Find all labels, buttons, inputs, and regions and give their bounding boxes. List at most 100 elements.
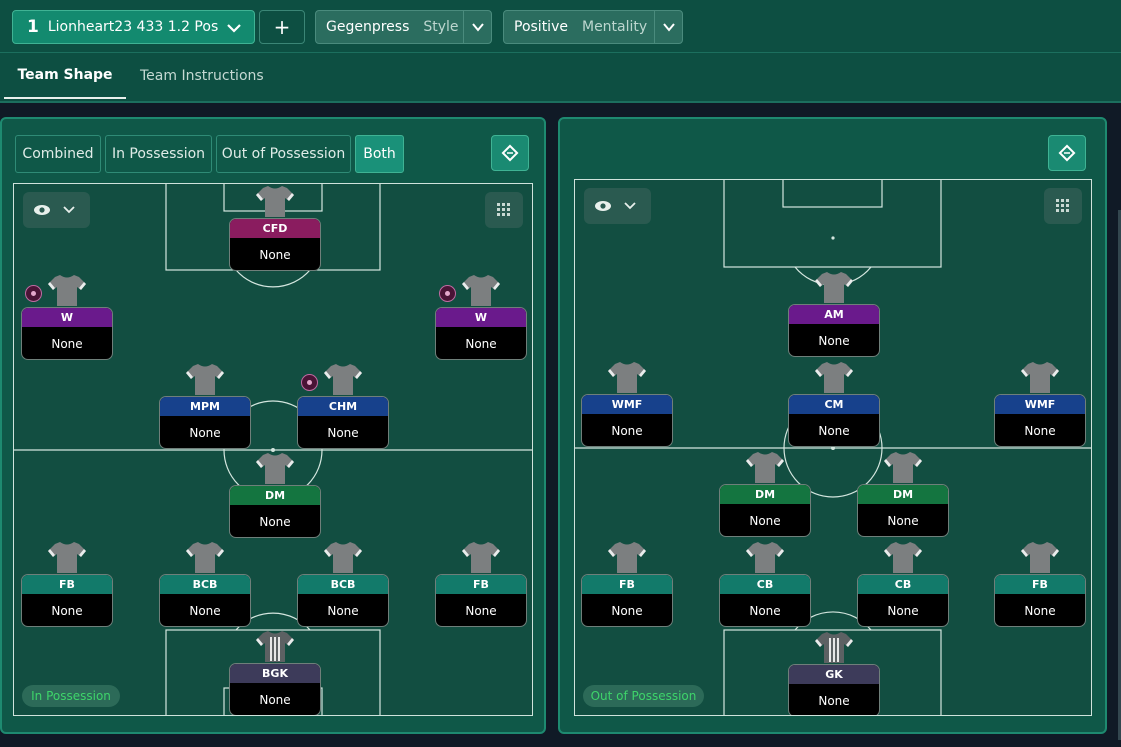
player-name: None [189, 604, 221, 618]
role-label: AM [789, 305, 879, 324]
role-label: DM [720, 485, 810, 504]
phase-both-button[interactable]: Both [355, 135, 404, 173]
player-card[interactable]: W None [21, 307, 113, 360]
shirt-icon [884, 542, 922, 573]
player-card[interactable]: MPM None [159, 396, 251, 449]
role-label: FB [22, 575, 112, 594]
shirt-icon [256, 453, 294, 484]
player-slot-am[interactable]: AM None [788, 270, 880, 357]
player-slot-fb[interactable]: FB None [581, 540, 673, 627]
view-toggle[interactable] [23, 192, 90, 228]
add-tactic-button[interactable]: + [259, 10, 305, 44]
role-label: W [436, 308, 526, 327]
player-card[interactable]: BCB None [159, 574, 251, 627]
tab-team-instructions[interactable]: Team Instructions [140, 53, 264, 99]
player-card[interactable]: CFD None [229, 218, 321, 271]
role-label: FB [995, 575, 1085, 594]
role-label: FB [436, 575, 526, 594]
tab-bar: Team Shape Team Instructions [0, 53, 1121, 103]
player-slot-cb[interactable]: CB None [719, 540, 811, 627]
tactic-name: Lionheart23 433 1.2 Pos [47, 19, 219, 35]
player-card[interactable]: CM None [788, 394, 880, 447]
mentality-select[interactable]: Positive Mentality [503, 10, 683, 44]
style-label: Style [423, 19, 459, 35]
shirt-icon [462, 542, 500, 573]
player-card[interactable]: AM None [788, 304, 880, 357]
player-slot-bcb[interactable]: BCB None [159, 540, 251, 627]
shirt-icon [815, 632, 853, 663]
player-slot-dm[interactable]: DM None [857, 450, 949, 537]
player-slot-fb[interactable]: FB None [21, 540, 113, 627]
layout-toggle[interactable] [1044, 188, 1082, 224]
player-slot-wmf[interactable]: WMF None [994, 360, 1086, 447]
role-label: BCB [298, 575, 388, 594]
player-card[interactable]: FB None [435, 574, 527, 627]
player-name: None [818, 334, 850, 348]
phase-in-possession-button[interactable]: In Possession [105, 135, 212, 173]
player-slot-cm[interactable]: CM None [788, 360, 880, 447]
player-slot-cb[interactable]: CB None [857, 540, 949, 627]
chevron-down-icon [63, 206, 75, 214]
out-of-possession-panel: Out of Possession AM None WMF None CM None WMF… [558, 117, 1107, 734]
player-card[interactable]: FB None [21, 574, 113, 627]
player-slot-mpm[interactable]: MPM None [159, 362, 251, 449]
shirt-icon [324, 364, 362, 395]
role-label: MPM [160, 397, 250, 416]
chevron-down-icon [624, 202, 636, 210]
diamond-icon[interactable] [1048, 135, 1086, 171]
phase-chip: Out of Possession [583, 685, 704, 707]
tab-team-shape[interactable]: Team Shape [4, 53, 126, 99]
player-card[interactable]: W None [435, 307, 527, 360]
player-name: None [327, 426, 359, 440]
player-card[interactable]: BCB None [297, 574, 389, 627]
shirt-icon [815, 272, 853, 303]
player-card[interactable]: DM None [229, 485, 321, 538]
player-card[interactable]: WMF None [994, 394, 1086, 447]
shirt-icon [1021, 362, 1059, 393]
grid-icon [497, 203, 510, 216]
eye-icon [595, 201, 611, 211]
player-card[interactable]: BGK None [229, 663, 321, 715]
player-slot-w[interactable]: W None [21, 273, 113, 360]
phase-combined-button[interactable]: Combined [15, 135, 101, 173]
grid-icon [1056, 199, 1069, 212]
player-card[interactable]: GK None [788, 664, 880, 715]
chevron-down-icon[interactable] [463, 11, 491, 43]
view-toggle[interactable] [584, 188, 651, 224]
player-slot-fb[interactable]: FB None [435, 540, 527, 627]
player-slot-gk[interactable]: GK None [788, 630, 880, 715]
shirt-icon [48, 275, 86, 306]
chevron-down-icon[interactable] [654, 11, 682, 43]
player-slot-bcb[interactable]: BCB None [297, 540, 389, 627]
player-card[interactable]: FB None [581, 574, 673, 627]
player-slot-dm[interactable]: DM None [719, 450, 811, 537]
tactic-select[interactable]: 1 Lionheart23 433 1.2 Pos [12, 10, 255, 44]
player-card[interactable]: DM None [857, 484, 949, 537]
player-card[interactable]: DM None [719, 484, 811, 537]
instruction-badge-icon [301, 374, 318, 391]
player-name: None [749, 514, 781, 528]
chevron-down-icon [227, 24, 241, 33]
phase-out-of-possession-button[interactable]: Out of Possession [216, 135, 351, 173]
shirt-icon [186, 364, 224, 395]
player-slot-fb[interactable]: FB None [994, 540, 1086, 627]
shirt-icon [462, 275, 500, 306]
player-slot-w[interactable]: W None [435, 273, 527, 360]
layout-toggle[interactable] [485, 192, 523, 228]
player-slot-dm[interactable]: DM None [229, 451, 321, 538]
player-slot-bgk[interactable]: BGK None [229, 629, 321, 715]
player-card[interactable]: CB None [857, 574, 949, 627]
player-card[interactable]: CHM None [297, 396, 389, 449]
role-label: DM [858, 485, 948, 504]
player-name: None [51, 604, 83, 618]
style-select[interactable]: Gegenpress Style [315, 10, 492, 44]
player-card[interactable]: WMF None [581, 394, 673, 447]
player-card[interactable]: FB None [994, 574, 1086, 627]
player-slot-wmf[interactable]: WMF None [581, 360, 673, 447]
player-slot-cfd[interactable]: CFD None [229, 184, 321, 271]
player-slot-chm[interactable]: CHM None [297, 362, 389, 449]
player-name: None [887, 604, 919, 618]
in-possession-panel: Combined In Possession Out of Possession… [0, 117, 546, 734]
player-card[interactable]: CB None [719, 574, 811, 627]
diamond-icon[interactable] [491, 135, 529, 171]
